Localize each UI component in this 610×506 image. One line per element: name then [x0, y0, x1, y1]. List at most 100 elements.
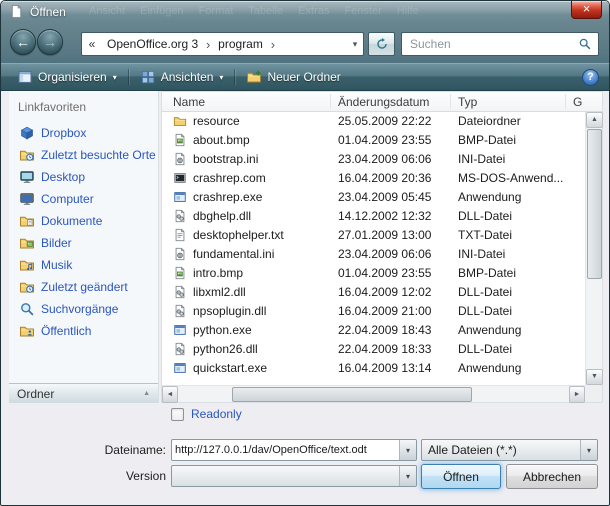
- breadcrumb[interactable]: « OpenOffice.org 3 › program › ▾: [81, 32, 364, 56]
- sidebar-item-label: Dokumente: [41, 214, 102, 228]
- breadcrumb-separator-icon: ›: [203, 37, 213, 52]
- filename-dropdown-icon[interactable]: ▾: [399, 440, 416, 460]
- file-row[interactable]: about.bmp 01.04.2009 23:55 BMP-Datei: [162, 131, 585, 150]
- back-button[interactable]: ←: [10, 29, 36, 55]
- vertical-scroll-thumb[interactable]: [587, 129, 602, 279]
- sidebar-item-label: Suchvorgänge: [41, 302, 118, 316]
- column-header-name[interactable]: Name: [173, 95, 205, 109]
- file-date: 22.04.2009 18:33: [338, 342, 431, 356]
- dll-file-icon: [173, 342, 187, 356]
- sidebar-item-recently-changed[interactable]: Zuletzt geändert: [9, 276, 158, 298]
- navigation-bar: ← → « OpenOffice.org 3 › program › ▾ Suc…: [1, 23, 609, 63]
- file-date: 23.04.2009 06:06: [338, 152, 431, 166]
- sidebar-item-desktop[interactable]: Desktop: [9, 166, 158, 188]
- file-row[interactable]: fundamental.ini 23.04.2009 06:06 INI-Dat…: [162, 245, 585, 264]
- file-date: 01.04.2009 23:55: [338, 133, 431, 147]
- title-bar: Ansicht Einfügen Format Tabelle Extras F…: [1, 1, 609, 23]
- scroll-right-button[interactable]: ►: [569, 386, 585, 403]
- organize-button[interactable]: Organisieren ▾: [9, 66, 125, 88]
- views-icon: [140, 69, 156, 85]
- music-folder-icon: [19, 257, 35, 273]
- sidebar-item-searches[interactable]: Suchvorgänge: [9, 298, 158, 320]
- search-placeholder: Suchen: [408, 37, 578, 51]
- file-type: DLL-Datei: [458, 285, 512, 299]
- horizontal-scrollbar[interactable]: ◄ ►: [162, 385, 585, 402]
- filename-input[interactable]: [172, 441, 399, 459]
- cancel-button[interactable]: Abbrechen: [506, 464, 598, 489]
- sidebar-item-pictures[interactable]: Bilder: [9, 232, 158, 254]
- sidebar-item-music[interactable]: Musik: [9, 254, 158, 276]
- file-date: 01.04.2009 23:55: [338, 266, 431, 280]
- vertical-scrollbar[interactable]: ▲ ▼: [585, 112, 602, 385]
- toolbar-separator: [234, 69, 235, 85]
- file-name: crashrep.exe: [193, 190, 262, 204]
- refresh-button[interactable]: [368, 32, 395, 56]
- file-row[interactable]: libxml2.dll 16.04.2009 12:02 DLL-Datei: [162, 283, 585, 302]
- version-dropdown-icon[interactable]: ▾: [399, 466, 416, 486]
- recent-places-icon: [19, 147, 35, 163]
- file-date: 23.04.2009 06:06: [338, 247, 431, 261]
- file-date: 16.04.2009 13:14: [338, 361, 431, 375]
- column-divider: [330, 94, 331, 109]
- file-type: TXT-Datei: [458, 228, 512, 242]
- scroll-up-button[interactable]: ▲: [586, 112, 603, 128]
- file-name: python26.dll: [193, 342, 258, 356]
- file-date: 27.01.2009 13:00: [338, 228, 431, 242]
- sidebar-item-label: Dropbox: [41, 126, 86, 140]
- sidebar-item-recent-places[interactable]: Zuletzt besuchte Orte: [9, 144, 158, 166]
- filename-combobox[interactable]: ▾: [171, 439, 417, 461]
- file-row[interactable]: resource 25.05.2009 22:22 Dateiordner: [162, 112, 585, 131]
- filetype-combobox[interactable]: Alle Dateien (*.*) ▾: [421, 439, 598, 461]
- horizontal-scroll-thumb[interactable]: [232, 387, 472, 402]
- file-row[interactable]: bootstrap.ini 23.04.2009 06:06 INI-Datei: [162, 150, 585, 169]
- search-box[interactable]: Suchen: [401, 32, 599, 56]
- folders-bar[interactable]: Ordner ▲: [9, 383, 158, 403]
- open-button[interactable]: Öffnen: [421, 464, 501, 489]
- column-header-type[interactable]: Typ: [458, 95, 477, 109]
- scroll-down-button[interactable]: ▼: [586, 369, 603, 385]
- file-row[interactable]: intro.bmp 01.04.2009 23:55 BMP-Datei: [162, 264, 585, 283]
- favorites-header: Linkfavoriten: [9, 91, 158, 122]
- sidebar-item-public[interactable]: Öffentlich: [9, 320, 158, 342]
- file-row[interactable]: python26.dll 22.04.2009 18:33 DLL-Datei: [162, 340, 585, 359]
- file-row[interactable]: python.exe 22.04.2009 18:43 Anwendung: [162, 321, 585, 340]
- dialog-title: Öffnen: [30, 5, 66, 19]
- file-type: Dateiordner: [458, 114, 521, 128]
- breadcrumb-overflow-button[interactable]: «: [82, 37, 102, 51]
- column-header-date[interactable]: Änderungsdatum: [338, 95, 429, 109]
- close-button[interactable]: ×: [571, 1, 602, 19]
- file-row[interactable]: npsoplugin.dll 16.04.2009 21:00 DLL-Date…: [162, 302, 585, 321]
- file-date: 16.04.2009 12:02: [338, 285, 431, 299]
- version-combobox[interactable]: ▾: [171, 465, 417, 487]
- file-row[interactable]: quickstart.exe 16.04.2009 13:14 Anwendun…: [162, 359, 585, 378]
- desktop-icon: [19, 169, 35, 185]
- file-row[interactable]: crashrep.com 16.04.2009 20:36 MS-DOS-Anw…: [162, 169, 585, 188]
- bmp-file-icon: [173, 266, 187, 280]
- sidebar-item-documents[interactable]: Dokumente: [9, 210, 158, 232]
- column-headers: Name Änderungsdatum Typ G: [162, 92, 602, 112]
- breadcrumb-dropdown-icon[interactable]: ▾: [347, 39, 363, 50]
- breadcrumb-segment-openoffice[interactable]: OpenOffice.org 3: [102, 37, 203, 51]
- forward-button[interactable]: →: [37, 29, 63, 55]
- scroll-left-button[interactable]: ◄: [162, 386, 178, 403]
- breadcrumb-separator-icon: ›: [268, 37, 278, 52]
- sidebar-item-dropbox[interactable]: Dropbox: [9, 122, 158, 144]
- refresh-icon: [375, 37, 389, 51]
- file-row[interactable]: desktophelper.txt 27.01.2009 13:00 TXT-D…: [162, 226, 585, 245]
- organize-icon: [17, 69, 33, 85]
- file-name: fundamental.ini: [193, 247, 274, 261]
- file-row[interactable]: crashrep.exe 23.04.2009 05:45 Anwendung: [162, 188, 585, 207]
- breadcrumb-segment-program[interactable]: program: [213, 37, 268, 51]
- file-list: Name Änderungsdatum Typ G resource 25.05…: [161, 91, 603, 403]
- readonly-checkbox[interactable]: [171, 408, 184, 421]
- column-header-size[interactable]: G: [573, 95, 582, 109]
- column-divider: [565, 94, 566, 109]
- application-icon: [173, 190, 187, 204]
- help-button[interactable]: ?: [582, 69, 599, 86]
- file-row[interactable]: dbghelp.dll 14.12.2002 12:32 DLL-Datei: [162, 207, 585, 226]
- filetype-dropdown-icon[interactable]: ▾: [580, 440, 597, 460]
- new-folder-label: Neuer Ordner: [267, 70, 340, 84]
- views-button[interactable]: Ansichten ▾: [132, 66, 232, 88]
- sidebar-item-computer[interactable]: Computer: [9, 188, 158, 210]
- new-folder-button[interactable]: Neuer Ordner: [238, 66, 348, 88]
